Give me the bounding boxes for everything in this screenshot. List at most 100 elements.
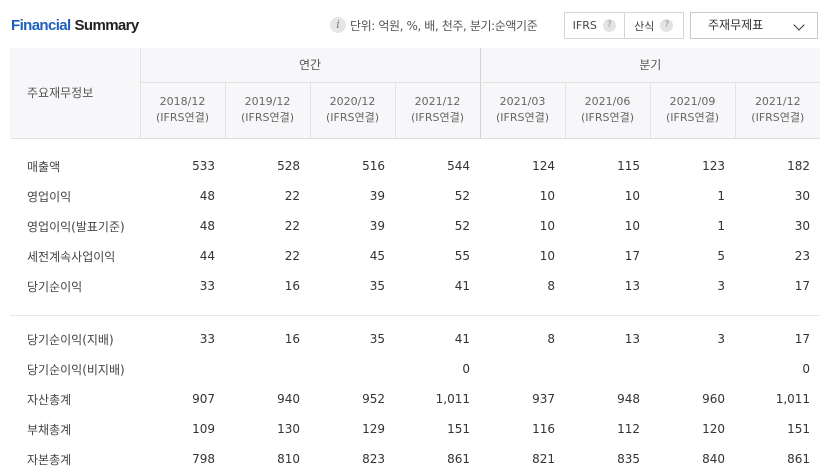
annual-group-header: 연간 bbox=[139, 48, 481, 83]
dropdown-value: 주재무제표 bbox=[708, 18, 764, 32]
table-cell: 30 bbox=[794, 219, 811, 233]
table-cell: 116 bbox=[532, 422, 556, 436]
table-cell: 8 bbox=[547, 332, 556, 346]
table-cell: 821 bbox=[532, 452, 556, 466]
table-cell: 861 bbox=[447, 452, 471, 466]
column-header: 2021/12 (IFRS연결) bbox=[394, 82, 481, 139]
table-cell: 22 bbox=[284, 219, 300, 233]
table-cell: 129 bbox=[362, 422, 385, 436]
table-cell: 823 bbox=[362, 452, 385, 466]
table-cell: 39 bbox=[369, 219, 385, 233]
row-label: 당기순이익(지배) bbox=[27, 332, 114, 347]
formula-toggle-label: 산식 bbox=[634, 19, 655, 33]
column-header: 2019/12 (IFRS연결) bbox=[224, 82, 310, 139]
table-cell: 41 bbox=[454, 332, 471, 346]
table-cell: 3 bbox=[717, 332, 726, 346]
table-cell: 861 bbox=[787, 452, 811, 466]
table-cell: 22 bbox=[284, 249, 300, 263]
table-cell: 39 bbox=[369, 189, 385, 203]
table-cell: 23 bbox=[794, 249, 811, 263]
table-cell: 30 bbox=[794, 189, 811, 203]
table-cell: 960 bbox=[702, 392, 726, 406]
table-cell: 10 bbox=[624, 219, 641, 233]
table-cell: 948 bbox=[617, 392, 641, 406]
table-cell: 33 bbox=[199, 279, 215, 293]
table-cell: 1 bbox=[717, 219, 726, 233]
table-row: 당기순이익 33 16 35 41 8 13 3 17 bbox=[10, 271, 820, 301]
table-cell: 16 bbox=[284, 332, 300, 346]
table-row: 영업이익(발표기준) 48 22 39 52 10 10 1 30 bbox=[10, 211, 820, 241]
table-cell: 123 bbox=[702, 159, 726, 173]
row-label: 자본총계 bbox=[27, 452, 72, 467]
ifrs-toggle-label: IFRS bbox=[572, 19, 597, 32]
table-cell: 17 bbox=[624, 249, 641, 263]
row-label: 매출액 bbox=[27, 159, 61, 174]
table-cell: 544 bbox=[447, 159, 471, 173]
formula-toggle-button[interactable]: 산식 ? bbox=[623, 13, 684, 38]
help-icon[interactable]: ? bbox=[602, 19, 616, 32]
table-cell: 52 bbox=[454, 189, 471, 203]
row-label: 당기순이익(비지배) bbox=[27, 362, 125, 377]
table-cell: 182 bbox=[787, 159, 811, 173]
table-cell: 3 bbox=[717, 279, 726, 293]
table-cell: 810 bbox=[277, 452, 300, 466]
title-financial: Financial bbox=[11, 17, 71, 34]
table-cell: 55 bbox=[454, 249, 471, 263]
table-row: 매출액 533 528 516 544 124 115 123 182 bbox=[10, 151, 820, 181]
table-row: 당기순이익(비지배) 0 0 bbox=[10, 354, 820, 384]
table-cell: 13 bbox=[624, 332, 641, 346]
table-cell bbox=[650, 354, 735, 384]
table-cell: 798 bbox=[192, 452, 215, 466]
quarter-group-header: 분기 bbox=[479, 48, 821, 83]
table-cell: 1,011 bbox=[775, 392, 811, 406]
column-header: 2021/03 (IFRS연결) bbox=[479, 82, 566, 139]
row-label: 세전계속사업이익 bbox=[27, 249, 116, 264]
chevron-down-icon bbox=[793, 19, 805, 31]
table-cell: 48 bbox=[199, 219, 215, 233]
table-cell: 0 bbox=[462, 362, 471, 376]
table-cell: 10 bbox=[624, 189, 641, 203]
table-cell: 528 bbox=[277, 159, 300, 173]
table-cell: 151 bbox=[787, 422, 811, 436]
table-cell: 952 bbox=[362, 392, 385, 406]
table-cell: 151 bbox=[447, 422, 471, 436]
table-cell: 33 bbox=[199, 332, 215, 346]
table-cell bbox=[565, 354, 650, 384]
financial-summary-table: 주요재무정보 연간 분기 2018/12 (IFRS연결) 2019/12 (IFR… bbox=[10, 48, 821, 473]
column-header: 2021/06 (IFRS연결) bbox=[564, 82, 651, 139]
table-cell: 533 bbox=[192, 159, 215, 173]
table-cell: 5 bbox=[717, 249, 726, 263]
row-label: 부채총계 bbox=[27, 422, 72, 437]
statement-type-dropdown[interactable]: 주재무제표 bbox=[690, 12, 818, 39]
ifrs-toggle-button[interactable]: IFRS ? bbox=[565, 13, 624, 38]
info-icon[interactable]: i bbox=[330, 17, 346, 33]
row-header-label: 주요재무정보 bbox=[10, 48, 140, 139]
table-cell: 16 bbox=[284, 279, 300, 293]
help-icon[interactable]: ? bbox=[660, 19, 674, 32]
table-cell: 940 bbox=[277, 392, 300, 406]
table-cell: 10 bbox=[539, 219, 556, 233]
page-title: Financial Summary bbox=[11, 17, 139, 39]
table-cell: 17 bbox=[794, 332, 811, 346]
table-row: 자본총계 798 810 823 861 821 835 840 861 bbox=[10, 444, 820, 473]
table-row: 당기순이익(지배) 33 16 35 41 8 13 3 17 bbox=[10, 324, 820, 354]
table-cell: 10 bbox=[539, 249, 556, 263]
table-cell: 937 bbox=[532, 392, 556, 406]
table-cell bbox=[140, 354, 225, 384]
table-row: 세전계속사업이익 44 22 45 55 10 17 5 23 bbox=[10, 241, 820, 271]
title-summary: Summary bbox=[74, 17, 139, 34]
column-header: 2021/12 (IFRS연결) bbox=[734, 82, 821, 139]
table-cell: 124 bbox=[532, 159, 556, 173]
column-header: 2018/12 (IFRS연결) bbox=[139, 82, 225, 139]
table-cell: 112 bbox=[617, 422, 641, 436]
table-cell: 35 bbox=[369, 332, 385, 346]
column-header: 2020/12 (IFRS연결) bbox=[309, 82, 395, 139]
table-cell: 35 bbox=[369, 279, 385, 293]
table-cell bbox=[310, 354, 395, 384]
column-header: 2021/09 (IFRS연결) bbox=[649, 82, 736, 139]
table-row: 자산총계 907 940 952 1,011 937 948 960 1,011 bbox=[10, 384, 820, 414]
table-cell: 840 bbox=[702, 452, 726, 466]
table-cell: 835 bbox=[617, 452, 641, 466]
table-cell: 10 bbox=[539, 189, 556, 203]
table-cell: 130 bbox=[277, 422, 300, 436]
